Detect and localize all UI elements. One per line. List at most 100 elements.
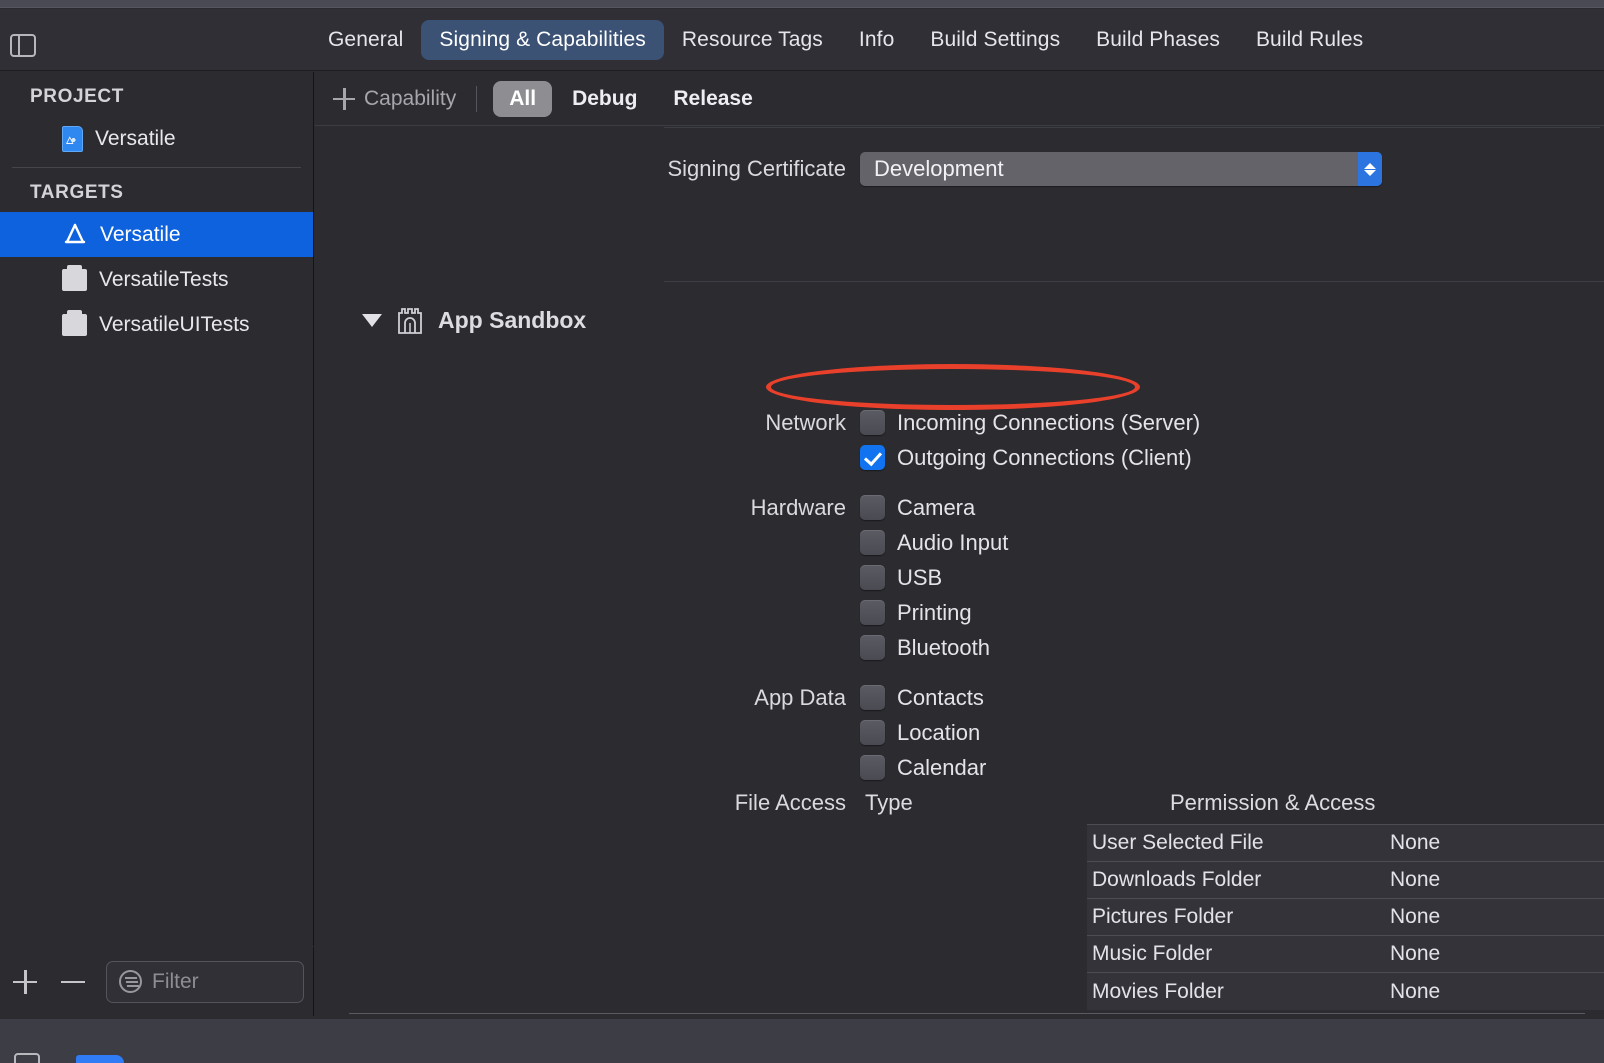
checkbox-row-camera[interactable]: Hardware Camera — [445, 490, 1604, 525]
tab-general[interactable]: General — [310, 20, 421, 60]
filter-input[interactable]: Filter — [106, 960, 304, 1003]
checkbox-usb[interactable] — [860, 565, 885, 590]
add-capability-button[interactable]: Capability — [333, 87, 476, 111]
chevron-down-icon — [1364, 169, 1376, 176]
tab-info[interactable]: Info — [841, 20, 912, 60]
add-target-button[interactable] — [10, 967, 40, 997]
tab-build-rules[interactable]: Build Rules — [1238, 20, 1381, 60]
sidebar-item-label: VersatileTests — [99, 267, 229, 291]
window-title-strip — [0, 0, 1604, 8]
table-row[interactable]: Downloads Folder None — [1087, 862, 1604, 899]
desktop-dock-strip — [0, 1018, 1604, 1063]
checkbox-row-contacts[interactable]: App Data Contacts — [445, 680, 1604, 715]
app-sandbox-header[interactable]: App Sandbox — [315, 305, 586, 335]
table-row[interactable]: Music Folder None — [1087, 936, 1604, 973]
plus-icon — [333, 87, 355, 110]
checkbox-row-printing[interactable]: Printing — [445, 595, 1604, 630]
toolbar-separator — [476, 85, 478, 112]
segment-debug[interactable]: Debug — [556, 81, 653, 117]
tab-build-phases[interactable]: Build Phases — [1078, 20, 1238, 60]
dock-window-icon[interactable] — [14, 1053, 40, 1063]
sidebar-item-label: Versatile — [100, 222, 181, 246]
checkbox-row-bluetooth[interactable]: Bluetooth — [445, 630, 1604, 665]
signing-certificate-value: Development — [874, 156, 1004, 181]
popup-stepper-icon[interactable] — [1358, 152, 1382, 186]
chevron-up-icon — [1364, 162, 1376, 169]
table-row[interactable]: User Selected File None — [1087, 825, 1604, 862]
file-access-permission: None — [1390, 868, 1441, 891]
checkbox-label: Bluetooth — [897, 634, 990, 660]
filter-icon — [119, 970, 142, 993]
checkbox-label: Calendar — [897, 754, 987, 780]
file-access-permission: None — [1390, 979, 1441, 1003]
permission-stepper-icon[interactable] — [1600, 835, 1604, 852]
sidebar-section-project: PROJECT — [30, 86, 124, 107]
tab-list: General Signing & Capabilities Resource … — [310, 9, 1381, 71]
checkbox-camera[interactable] — [860, 495, 885, 520]
checkbox-printing[interactable] — [860, 600, 885, 625]
permission-stepper-icon[interactable] — [1600, 909, 1604, 926]
file-access-table: User Selected File None Downloads Folder… — [1087, 824, 1604, 1010]
capabilities-scroll-area[interactable]: Signing Certificate Development App Sand… — [315, 127, 1604, 1016]
checkbox-location[interactable] — [860, 720, 885, 745]
tab-signing-capabilities[interactable]: Signing & Capabilities — [421, 20, 664, 60]
checkbox-contacts[interactable] — [860, 685, 885, 710]
file-access-column-type: Type — [865, 790, 913, 815]
group-label-network: Network — [765, 409, 846, 435]
permission-stepper-icon[interactable] — [1600, 872, 1604, 889]
file-access-column-permission: Permission & Access — [1170, 790, 1376, 815]
test-bundle-icon — [62, 309, 87, 336]
segment-release[interactable]: Release — [657, 81, 768, 117]
file-access-permission: None — [1390, 942, 1441, 965]
checkbox-bluetooth[interactable] — [860, 635, 885, 660]
checkbox-audio-input[interactable] — [860, 530, 885, 555]
sandbox-group-hardware: Hardware Camera Audio Input USB Printing… — [445, 490, 1604, 665]
sidebar-item-project-versatile[interactable]: ▵ Versatile — [0, 116, 313, 161]
xcode-project-icon: ▵ — [62, 125, 83, 152]
sidebar-item-label: VersatileUITests — [99, 312, 250, 336]
file-access-header-row: File Access Type Permission & Access — [445, 790, 1604, 816]
add-capability-label: Capability — [364, 86, 457, 110]
section-rule-top — [664, 127, 1600, 128]
checkbox-outgoing-connections[interactable] — [860, 445, 885, 470]
tab-build-settings[interactable]: Build Settings — [912, 20, 1078, 60]
checkbox-row-usb[interactable]: USB — [445, 560, 1604, 595]
content-bottom-rule — [349, 1013, 1585, 1014]
project-navigator-sidebar: PROJECT ▵ Versatile TARGETS Versatile Ve… — [0, 72, 314, 1016]
sidebar-item-target-versatileuitests[interactable]: VersatileUITests — [0, 302, 313, 347]
permission-stepper-icon[interactable] — [1600, 946, 1604, 963]
table-row[interactable]: Pictures Folder None — [1087, 899, 1604, 936]
checkbox-row-outgoing-connections[interactable]: Outgoing Connections (Client) — [445, 440, 1604, 475]
sidebar-section-targets: TARGETS — [30, 182, 124, 203]
section-rule — [664, 281, 1604, 282]
file-access-type: Downloads Folder — [1092, 868, 1262, 891]
xcode-window: General Signing & Capabilities Resource … — [0, 0, 1604, 1063]
dock-app-icon[interactable] — [76, 1055, 124, 1063]
sidebar-item-target-versatile[interactable]: Versatile — [0, 212, 313, 257]
sidebar-item-target-versatiletests[interactable]: VersatileTests — [0, 257, 313, 302]
checkbox-incoming-connections[interactable] — [860, 410, 885, 435]
configuration-segmented-control: All Debug Release — [493, 80, 769, 117]
tab-resource-tags[interactable]: Resource Tags — [664, 20, 841, 60]
signing-certificate-popup[interactable]: Development — [860, 152, 1382, 186]
sandbox-group-app-data: App Data Contacts Location Calendar — [445, 680, 1604, 785]
disclosure-triangle-icon[interactable] — [362, 313, 382, 327]
checkbox-row-audio-input[interactable]: Audio Input — [445, 525, 1604, 560]
checkbox-label: Outgoing Connections (Client) — [897, 444, 1192, 470]
checkbox-label: Location — [897, 719, 981, 745]
checkbox-label: Incoming Connections (Server) — [897, 409, 1201, 435]
sidebar-toggle-icon[interactable] — [10, 34, 36, 57]
test-bundle-icon — [62, 264, 87, 291]
checkbox-label: USB — [897, 564, 943, 590]
table-row[interactable]: Movies Folder None — [1087, 973, 1604, 1010]
checkbox-row-calendar[interactable]: Calendar — [445, 750, 1604, 785]
remove-target-button[interactable] — [58, 967, 88, 997]
checkbox-row-location[interactable]: Location — [445, 715, 1604, 750]
file-access-permission: None — [1390, 831, 1441, 854]
segment-all[interactable]: All — [493, 80, 553, 117]
capabilities-toolbar: Capability All Debug Release — [315, 72, 1604, 126]
checkbox-calendar[interactable] — [860, 755, 885, 780]
permission-stepper-icon[interactable] — [1600, 983, 1604, 1000]
checkbox-row-incoming-connections[interactable]: Network Incoming Connections (Server) — [445, 405, 1604, 440]
app-icon — [62, 222, 88, 248]
